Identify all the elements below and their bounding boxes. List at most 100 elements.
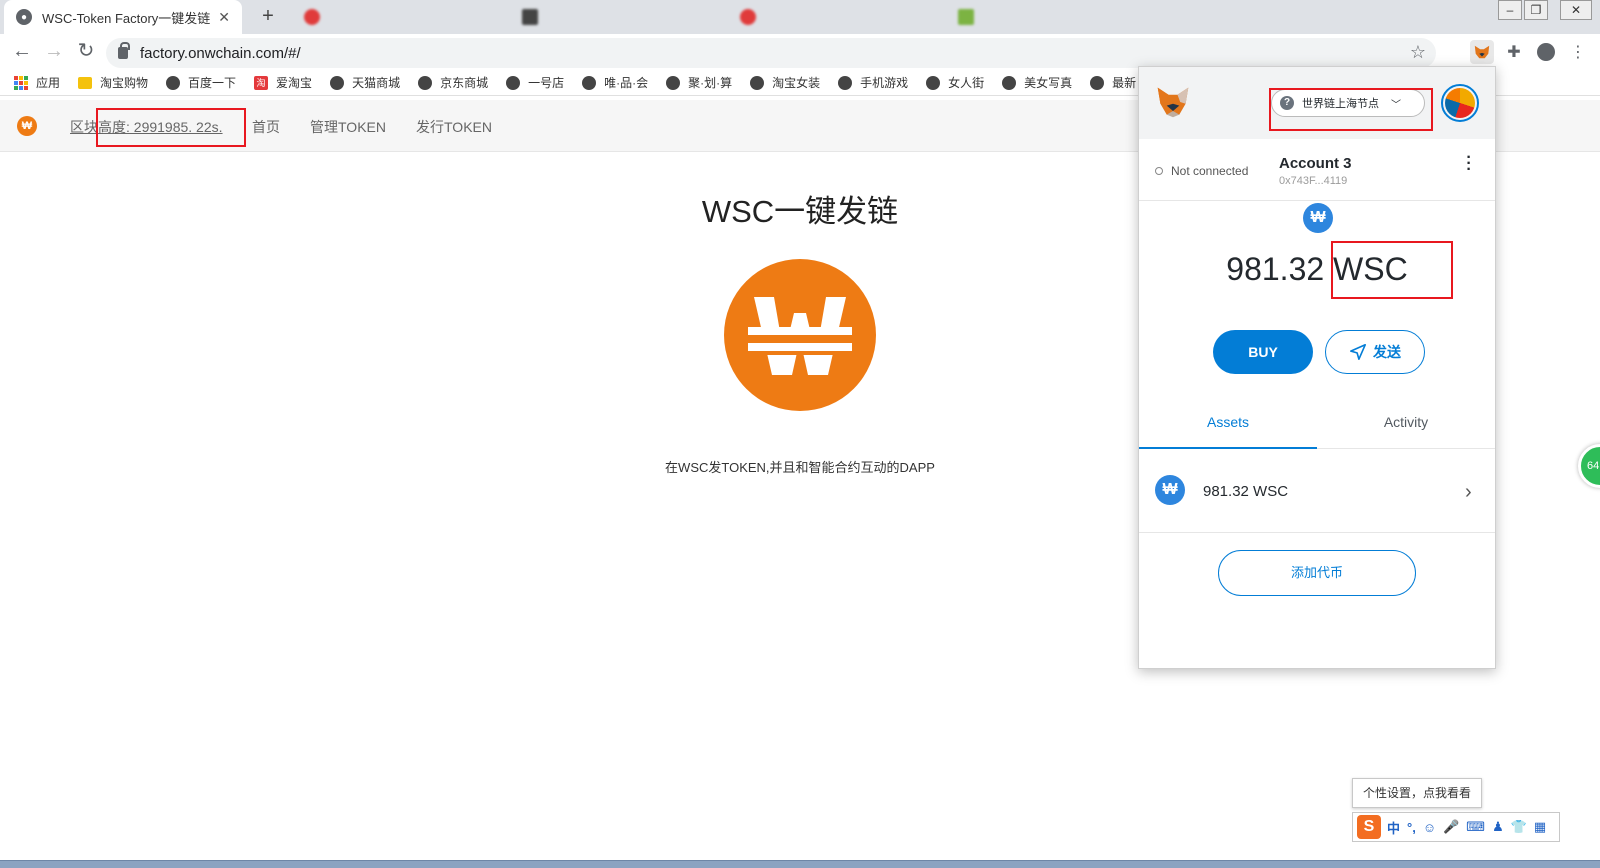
- floating-badge[interactable]: 64: [1578, 444, 1600, 488]
- bookmark-label: 聚·划·算: [688, 76, 733, 90]
- os-taskbar: [0, 860, 1600, 868]
- globe-icon: [330, 75, 345, 90]
- wallet-tabs: Assets Activity: [1139, 401, 1495, 449]
- tab-background-4[interactable]: [946, 0, 1156, 34]
- apps-grid-icon: [14, 75, 28, 90]
- asset-label: 981.32 WSC: [1203, 483, 1289, 500]
- bookmark-item[interactable]: 淘宝女装: [750, 74, 820, 91]
- taobao-icon: 淘: [254, 75, 269, 90]
- extensions-puzzle-icon[interactable]: ✚: [1502, 40, 1526, 64]
- bookmark-item[interactable]: 聚·划·算: [666, 74, 732, 91]
- browser-toolbar: ← → ↻ factory.onwchain.com/#/ ☆ ✚ ⋮: [0, 34, 1600, 70]
- bookmark-item[interactable]: 女人街: [926, 74, 984, 91]
- ime-tooltip[interactable]: 个性设置，点我看看: [1352, 778, 1482, 808]
- account-avatar[interactable]: [1441, 84, 1479, 122]
- tab-close-icon[interactable]: ✕: [218, 9, 230, 26]
- grid-icon[interactable]: ▦: [1534, 819, 1546, 835]
- bookmark-item[interactable]: 百度一下: [166, 74, 236, 91]
- bookmark-item[interactable]: 唯·品·会: [582, 74, 648, 91]
- bookmark-item[interactable]: 京东商城: [418, 74, 488, 91]
- globe-icon: [666, 75, 681, 90]
- nav-manage-token[interactable]: 管理TOKEN: [310, 117, 386, 137]
- bookmark-star-icon[interactable]: ☆: [1410, 42, 1426, 63]
- connection-text: Not connected: [1171, 164, 1249, 178]
- tab-favicon-icon: [304, 9, 320, 25]
- bookmark-label: 美女写真: [1024, 76, 1073, 90]
- nav-issue-token[interactable]: 发行TOKEN: [416, 117, 492, 137]
- bookmark-item[interactable]: 一号店: [506, 74, 564, 91]
- bookmark-item[interactable]: 最新: [1090, 74, 1136, 91]
- emoji-icon[interactable]: ☺: [1423, 820, 1436, 835]
- close-window-button[interactable]: ✕: [1560, 0, 1592, 20]
- minimize-button[interactable]: –: [1498, 0, 1522, 20]
- buy-button[interactable]: BUY: [1213, 330, 1313, 374]
- balance-amount: 981.32: [1226, 251, 1325, 287]
- account-address[interactable]: 0x743F...4119: [1279, 175, 1347, 187]
- tab-strip: ● WSC-Token Factory一键发链 ✕ + – ❐ ✕: [0, 0, 1600, 34]
- tab-favicon-icon: [522, 9, 538, 25]
- tab-background-3[interactable]: [728, 0, 938, 34]
- shirt-icon[interactable]: 👕: [1511, 819, 1527, 835]
- tab-favicon-icon: [740, 9, 756, 25]
- bookmark-item[interactable]: 天猫商城: [330, 74, 400, 91]
- restore-button[interactable]: ❐: [1524, 0, 1548, 20]
- address-text: factory.onwchain.com/#/: [140, 44, 301, 62]
- tab-assets[interactable]: Assets: [1139, 401, 1317, 449]
- metamask-extension-icon[interactable]: [1470, 40, 1494, 64]
- bookmark-item[interactable]: 手机游戏: [838, 74, 908, 91]
- highlight-box-network: [1269, 88, 1433, 131]
- metamask-fox-icon: [1157, 87, 1189, 118]
- bookmark-label: 应用: [36, 76, 61, 90]
- bookmark-label: 百度一下: [188, 76, 237, 90]
- globe-icon: [418, 75, 433, 90]
- tab-background-2[interactable]: [510, 0, 720, 34]
- address-bar[interactable]: factory.onwchain.com/#/ ☆: [106, 38, 1436, 68]
- bookmark-label: 最新: [1112, 76, 1137, 90]
- bookmark-label: 天猫商城: [352, 76, 401, 90]
- connection-status[interactable]: Not connected: [1155, 164, 1248, 178]
- tab-activity[interactable]: Activity: [1317, 401, 1495, 449]
- account-name[interactable]: Account 3: [1279, 155, 1352, 172]
- sogou-icon[interactable]: S: [1357, 815, 1381, 839]
- globe-icon: [750, 75, 765, 90]
- bookmark-item[interactable]: 淘爱淘宝: [254, 74, 312, 91]
- tab-title: WSC-Token Factory一键发链: [42, 10, 211, 26]
- bookmark-item[interactable]: 美女写真: [1002, 74, 1072, 91]
- metamask-popup: ? 世界链上海节点 ﹀ Not connected Account 3 0x74…: [1138, 66, 1496, 669]
- bookmark-apps[interactable]: 应用: [14, 74, 60, 91]
- tab-active[interactable]: ● WSC-Token Factory一键发链 ✕: [4, 0, 242, 34]
- chevron-right-icon: ›: [1465, 481, 1472, 503]
- add-token-button[interactable]: 添加代币: [1218, 550, 1416, 596]
- site-logo-icon[interactable]: ₩: [17, 116, 37, 136]
- bookmark-item[interactable]: 淘宝购物: [78, 74, 148, 91]
- account-menu-icon[interactable]: · · ·: [1465, 150, 1473, 178]
- bookmark-label: 爱淘宝: [276, 76, 313, 90]
- page-title: WSC一键发链: [701, 194, 899, 229]
- bookmark-label: 淘宝女装: [772, 76, 821, 90]
- forward-arrow-icon[interactable]: →: [42, 40, 66, 64]
- menu-kebab-icon[interactable]: ⋮: [1566, 40, 1590, 64]
- bookmark-label: 手机游戏: [860, 76, 909, 90]
- nav-home[interactable]: 首页: [252, 117, 280, 137]
- wsc-token-icon: ₩: [1155, 475, 1185, 505]
- globe-icon: ●: [16, 9, 32, 25]
- globe-icon: [506, 75, 521, 90]
- globe-icon: [1090, 75, 1105, 90]
- user-icon[interactable]: ♟: [1492, 819, 1504, 835]
- punctuation-icon[interactable]: °,: [1407, 820, 1416, 835]
- wsc-logo-icon: [724, 259, 876, 411]
- bookmark-label: 淘宝购物: [100, 76, 149, 90]
- send-button[interactable]: 发送: [1325, 330, 1425, 374]
- bookmark-label: 唯·品·会: [604, 76, 649, 90]
- page-description: 在WSC发TOKEN,并且和智能合约互动的DAPP: [665, 460, 935, 475]
- folder-icon: [78, 76, 93, 89]
- profile-icon[interactable]: [1534, 40, 1558, 64]
- new-tab-button[interactable]: +: [256, 5, 280, 29]
- reload-icon[interactable]: ↻: [74, 40, 98, 64]
- asset-row[interactable]: ₩ 981.32 WSC ›: [1139, 449, 1495, 533]
- tab-background-1[interactable]: [292, 0, 502, 34]
- back-arrow-icon[interactable]: ←: [10, 40, 34, 64]
- microphone-icon[interactable]: 🎤: [1443, 819, 1459, 835]
- ime-mode[interactable]: 中: [1387, 818, 1400, 837]
- keyboard-icon[interactable]: ⌨: [1466, 819, 1485, 835]
